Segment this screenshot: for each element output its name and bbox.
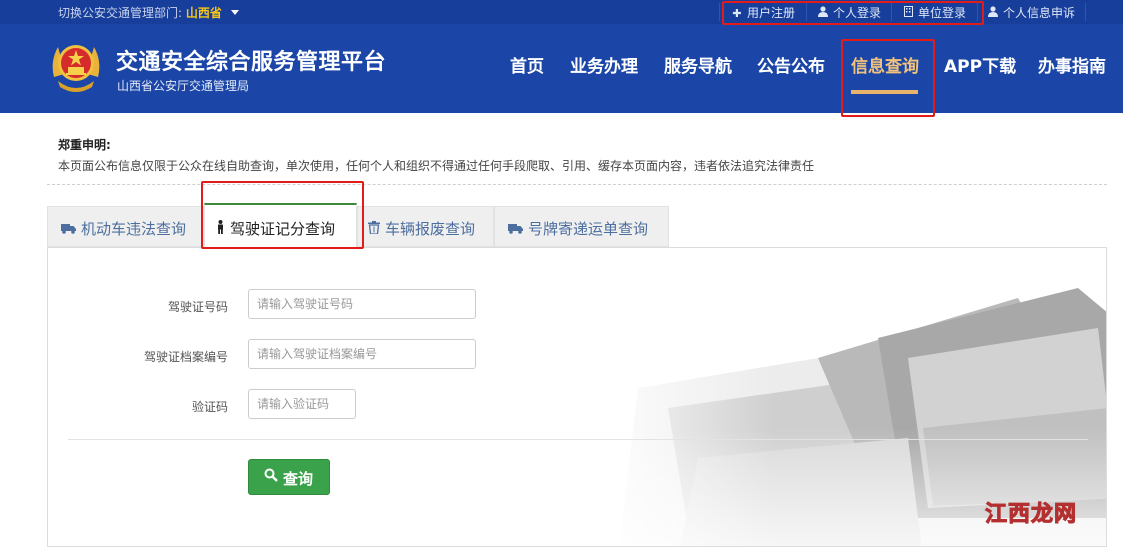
region-switcher[interactable]: 切换公安交通管理部门: 山西省 <box>58 4 239 21</box>
nav-app-download[interactable]: APP下载 <box>944 52 1016 77</box>
site-title: 交通安全综合服务管理平台 <box>116 50 387 75</box>
highlight-box-tab <box>201 181 364 249</box>
tab-vehicle-scrap-label: 车辆报废查询 <box>385 220 476 238</box>
watermark: 江西龙网 <box>984 502 1078 528</box>
truck-icon <box>508 220 523 238</box>
trash-icon <box>368 220 380 238</box>
region-label: 切换公安交通管理部门: <box>58 6 183 20</box>
tab-plate-delivery-label: 号牌寄递运单查询 <box>528 220 649 238</box>
user-icon <box>987 6 999 20</box>
tab-vehicle-scrap[interactable]: 车辆报废查询 <box>357 206 494 247</box>
nav-service-guide[interactable]: 服务导航 <box>664 52 732 77</box>
site-header: 交通安全综合服务管理平台 山西省公安厅交通管理局 首页 业务办理 服务导航 公告… <box>0 24 1123 113</box>
tab-vehicle-violation[interactable]: 机动车违法查询 <box>47 206 204 247</box>
search-icon <box>264 468 278 486</box>
police-emblem-logo[interactable] <box>48 37 104 97</box>
appeal-link-label: 个人信息申诉 <box>1003 6 1076 20</box>
captcha-input[interactable] <box>248 389 356 419</box>
caret-down-icon[interactable] <box>230 10 239 15</box>
nav-home[interactable]: 首页 <box>510 52 544 77</box>
region-value[interactable]: 山西省 <box>186 6 222 20</box>
notice-text: 本页面公布信息仅限于公众在线自助查询，单次使用，任何个人和组织不得通过任何手段爬… <box>58 159 815 173</box>
notice-title: 郑重申明: <box>58 138 111 152</box>
nav-guide[interactable]: 办事指南 <box>1038 52 1106 77</box>
query-panel: 驾驶证号码 驾驶证档案编号 验证码 查询 <box>47 247 1107 547</box>
appeal-link[interactable]: 个人信息申诉 <box>987 4 1075 21</box>
highlight-box-nav <box>841 39 935 117</box>
form-divider <box>68 439 1088 440</box>
license-number-input[interactable] <box>248 289 476 319</box>
file-number-input[interactable] <box>248 339 476 369</box>
site-subtitle: 山西省公安厅交通管理局 <box>117 79 250 93</box>
truck-icon <box>61 220 76 238</box>
divider <box>719 3 720 21</box>
file-number-label: 驾驶证档案编号 <box>143 350 228 364</box>
nav-business[interactable]: 业务办理 <box>570 52 638 77</box>
tab-vehicle-violation-label: 机动车违法查询 <box>81 220 187 238</box>
tab-plate-delivery[interactable]: 号牌寄递运单查询 <box>494 206 669 247</box>
license-number-label: 驾驶证号码 <box>167 300 228 314</box>
highlight-box-login <box>722 1 984 25</box>
nav-announcements[interactable]: 公告公布 <box>757 52 825 77</box>
captcha-label: 验证码 <box>191 400 228 414</box>
divider <box>1085 3 1086 21</box>
search-button-label: 查询 <box>283 470 314 488</box>
search-button[interactable]: 查询 <box>248 459 330 495</box>
